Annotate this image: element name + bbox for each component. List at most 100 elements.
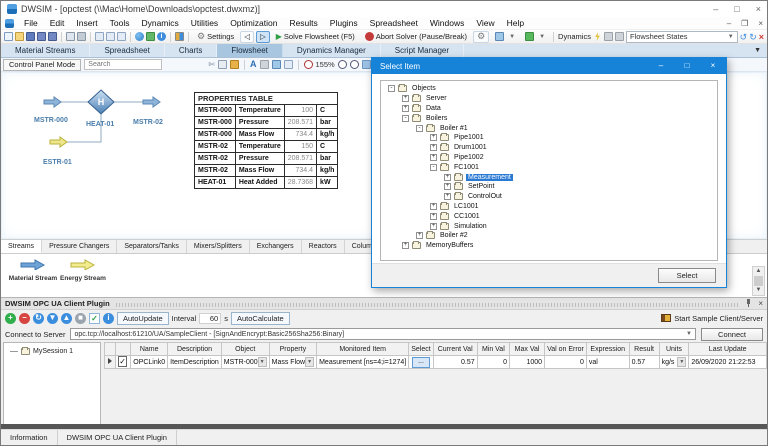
mdi-close-icon[interactable]: × xyxy=(758,19,763,28)
menu-optimization[interactable]: Optimization xyxy=(224,18,283,28)
image-icon[interactable] xyxy=(272,60,281,69)
checkbox-checked-icon[interactable]: ✓ xyxy=(118,356,127,367)
cell-description[interactable]: ItemDescription xyxy=(168,356,222,369)
select-button[interactable]: Select xyxy=(658,268,716,283)
solve-flowsheet-button[interactable]: ▶ Solve Flowsheet (F5) xyxy=(272,31,359,43)
scroll-down-icon[interactable]: ▼ xyxy=(753,286,764,295)
dynamics-model-icon[interactable] xyxy=(604,32,613,41)
menu-plugins[interactable]: Plugins xyxy=(324,18,364,28)
tree-node-simulation[interactable]: +Simulation xyxy=(386,221,717,231)
cell-max-val[interactable]: 1000 xyxy=(510,356,545,369)
write-values-button[interactable]: ▲ xyxy=(61,313,72,324)
add-item-button[interactable]: + xyxy=(5,313,16,324)
tab-flowsheet[interactable]: Flowsheet xyxy=(217,44,282,57)
font-icon[interactable]: A xyxy=(250,60,257,69)
tree-node-pipe1001[interactable]: +Pipe1001 xyxy=(386,133,717,143)
new-file-icon[interactable] xyxy=(4,32,13,41)
menu-dynamics[interactable]: Dynamics xyxy=(135,18,184,28)
zoom-selected-icon[interactable] xyxy=(362,60,371,69)
cell-result[interactable]: 0.57 xyxy=(629,356,659,369)
status-tab-information[interactable]: Information xyxy=(1,430,58,445)
paste-icon[interactable] xyxy=(230,60,239,69)
preview-icon[interactable] xyxy=(66,32,75,41)
status-tab-opc-plugin[interactable]: DWSIM OPC UA Client Plugin xyxy=(58,430,177,445)
refresh-button[interactable]: ↻ xyxy=(33,313,44,324)
cell-select[interactable]: ... xyxy=(409,356,433,369)
tree-node-server[interactable]: +Server xyxy=(386,94,717,104)
save-icon[interactable] xyxy=(26,32,35,41)
tree-node-fc1001[interactable]: -FC1001 xyxy=(386,162,717,172)
dialog-title-bar[interactable]: Select Item – □ × xyxy=(372,58,726,74)
chevron-down-icon[interactable]: ▼ xyxy=(305,357,314,367)
chevron-down-icon[interactable]: ▼ xyxy=(258,357,267,367)
palette-item-material-stream[interactable]: Material Stream xyxy=(7,259,59,282)
maximize-icon[interactable]: □ xyxy=(734,4,739,14)
tree-node-lc1001[interactable]: +LC1001 xyxy=(386,202,717,212)
menu-insert[interactable]: Insert xyxy=(70,18,103,28)
state-delete-icon[interactable]: × xyxy=(759,32,764,41)
tab-material-streams[interactable]: Material Streams xyxy=(1,44,90,57)
palette-item-energy-stream[interactable]: Energy Stream xyxy=(59,259,107,282)
menu-file[interactable]: File xyxy=(18,18,44,28)
connect-button[interactable]: Connect xyxy=(701,328,763,341)
opc-panel-header[interactable]: DWSIM OPC UA Client Plugin × xyxy=(1,298,767,310)
start-sample-client-server-button[interactable]: Start Sample Client/Server xyxy=(661,314,763,323)
cell-min-val[interactable]: 0 xyxy=(477,356,509,369)
close-icon[interactable]: × xyxy=(756,4,761,14)
copy-icon[interactable] xyxy=(218,60,227,69)
control-panel-mode-button[interactable]: Control Panel Mode xyxy=(3,59,81,71)
dynamics-schedule-icon[interactable] xyxy=(615,32,624,41)
pin-icon[interactable] xyxy=(745,299,752,307)
layout-left-icon[interactable] xyxy=(95,32,104,41)
tree-node-boilers[interactable]: -Boilers xyxy=(386,113,717,123)
menu-edit[interactable]: Edit xyxy=(44,18,71,28)
dialog-minimize-icon[interactable]: – xyxy=(648,58,674,74)
tab-script-manager[interactable]: Script Manager xyxy=(381,44,464,57)
about-icon[interactable]: i xyxy=(157,32,166,41)
cell-val-on-error[interactable]: 0 xyxy=(545,356,587,369)
chevron-down-icon[interactable]: ▼ xyxy=(677,357,686,367)
zoom-in-icon[interactable] xyxy=(338,60,347,69)
read-values-button[interactable]: ▼ xyxy=(47,313,58,324)
interval-value-field[interactable]: 60 xyxy=(199,313,221,324)
menu-windows[interactable]: Windows xyxy=(424,18,470,28)
autocalculate-toggle[interactable]: AutoCalculate xyxy=(231,312,290,325)
align-icon[interactable] xyxy=(260,60,269,69)
solver-next-button[interactable]: ▷ xyxy=(256,31,270,43)
tree-node-cc1001[interactable]: +CC1001 xyxy=(386,211,717,221)
menu-spreadsheet[interactable]: Spreadsheet xyxy=(364,18,424,28)
palette-tab-separators[interactable]: Separators/Tanks xyxy=(117,240,186,253)
print-icon[interactable] xyxy=(77,32,86,41)
save-all-icon[interactable] xyxy=(48,32,57,41)
dialog-close-icon[interactable]: × xyxy=(700,58,726,74)
cell-last-update[interactable]: 26/09/2020 21:22:53 xyxy=(689,356,767,369)
panel-drag-handle[interactable] xyxy=(116,303,740,307)
abort-solver-button[interactable]: Abort Solver (Pause/Break) xyxy=(361,31,471,43)
tree-node-controlout[interactable]: +ControlOut xyxy=(386,192,717,202)
palette-tab-streams[interactable]: Streams xyxy=(1,240,42,253)
export-menu-button[interactable]: ▼ xyxy=(521,31,549,43)
palette-tab-pressure-changers[interactable]: Pressure Changers xyxy=(42,240,117,253)
apply-check-button[interactable]: ✓ xyxy=(89,313,100,324)
grid-icon[interactable] xyxy=(284,60,293,69)
tree-node-memorybuffers[interactable]: +MemoryBuffers xyxy=(386,241,717,251)
stream-label-mstr-02[interactable]: MSTR-02 xyxy=(133,119,163,126)
cell-property[interactable]: Mass Flow▼ xyxy=(269,356,316,369)
tree-node-data[interactable]: +Data xyxy=(386,104,717,114)
save-as-icon[interactable] xyxy=(37,32,46,41)
open-file-icon[interactable] xyxy=(15,32,24,41)
unit-label-heat-01[interactable]: HEAT-01 xyxy=(86,121,114,128)
cell-units[interactable]: kg/s▼ xyxy=(659,356,689,369)
row-selector[interactable] xyxy=(105,356,116,369)
search-input[interactable] xyxy=(84,59,162,70)
scrollbar-thumb[interactable] xyxy=(754,276,763,286)
minimize-icon[interactable]: – xyxy=(713,4,718,14)
image-menu-button[interactable]: ▼ xyxy=(491,31,519,43)
menu-utilities[interactable]: Utilities xyxy=(185,18,224,28)
scroll-up-icon[interactable]: ▲ xyxy=(753,267,764,276)
cell-name[interactable]: OPCLink0 xyxy=(131,356,168,369)
results-icon[interactable] xyxy=(146,32,155,41)
layout-right-icon[interactable] xyxy=(117,32,126,41)
help-info-button[interactable]: i xyxy=(103,313,114,324)
solver-prev-button[interactable]: ◁ xyxy=(240,31,254,43)
